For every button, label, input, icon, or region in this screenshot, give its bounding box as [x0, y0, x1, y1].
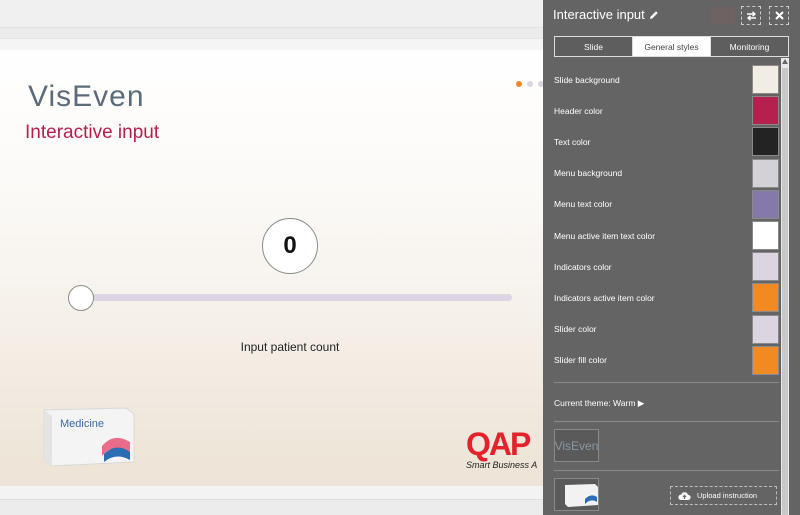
- panel-scrollbar[interactable]: [781, 58, 789, 515]
- color-label: Menu text color: [554, 199, 613, 210]
- panel-tabs: Slide General styles Monitoring: [554, 36, 789, 57]
- scrollbar-thumb[interactable]: [782, 68, 788, 515]
- color-row-slider-fill-color: Slider fill color: [543, 345, 789, 376]
- partner-logo: QAP Smart Business A: [466, 428, 537, 470]
- instruction-thumbnail[interactable]: [554, 478, 599, 511]
- slider-handle[interactable]: [68, 285, 94, 311]
- color-row-menu-background: Menu background: [543, 158, 789, 189]
- panel-title-text: Interactive input: [553, 7, 645, 22]
- color-label: Menu active item text color: [554, 230, 656, 241]
- viseven-logo: VisEven: [28, 80, 145, 114]
- editor-sub-bar: [0, 38, 560, 50]
- logo-text: VisEven: [28, 80, 145, 113]
- color-swatch[interactable]: [752, 189, 779, 219]
- current-theme-link[interactable]: Current theme: Warm ▶: [554, 398, 644, 409]
- scroll-up-arrow-icon[interactable]: [782, 59, 788, 64]
- counter-display: 0: [262, 218, 318, 274]
- properties-panel: Interactive input Slide General styles M…: [543, 0, 800, 515]
- slide-canvas[interactable]: VisEven Interactive input 0 Input patien…: [0, 50, 560, 486]
- color-row-indicators-active-item-color: Indicators active item color: [543, 282, 789, 313]
- divider: [554, 382, 779, 383]
- color-row-slider-color: Slider color: [543, 314, 789, 345]
- input-label: Input patient count: [240, 340, 340, 354]
- color-label: Slide background: [554, 74, 620, 85]
- color-row-menu-text-color: Menu text color: [543, 189, 789, 220]
- upload-instruction-button[interactable]: Upload instruction: [670, 486, 777, 505]
- color-row-slide-background: Slide background: [543, 64, 789, 95]
- color-label: Slider fill color: [554, 355, 607, 366]
- slide-title: Interactive input: [25, 122, 160, 143]
- color-label: Text color: [554, 136, 591, 147]
- color-swatch[interactable]: [752, 127, 779, 157]
- indicator-dot[interactable]: [516, 81, 522, 87]
- color-row-indicators-color: Indicators color: [543, 251, 789, 282]
- partner-logo-mark: QAP: [466, 426, 531, 462]
- color-label: Menu background: [554, 168, 623, 179]
- medicine-box-image: Medicine: [40, 406, 136, 468]
- tab-slide[interactable]: Slide: [555, 37, 632, 56]
- swap-button[interactable]: [741, 6, 761, 25]
- cloud-upload-icon: [678, 491, 691, 500]
- slider-track[interactable]: [80, 294, 512, 301]
- slide-indicators: [516, 81, 544, 87]
- color-row-header-color: Header color: [543, 95, 789, 126]
- close-button[interactable]: [769, 6, 789, 25]
- indicator-dot[interactable]: [527, 81, 533, 87]
- color-swatch[interactable]: [752, 96, 779, 126]
- color-swatch[interactable]: [752, 158, 779, 188]
- color-swatch[interactable]: [752, 65, 779, 94]
- upload-instruction-label: Upload instruction: [697, 491, 758, 500]
- color-swatch[interactable]: [752, 220, 779, 250]
- partner-logo-tagline: Smart Business A: [466, 460, 538, 470]
- color-label: Header color: [554, 105, 603, 116]
- color-settings-list: Slide background Header color Text color…: [543, 64, 789, 376]
- color-label: Indicators active item color: [554, 292, 655, 303]
- panel-title[interactable]: Interactive input: [553, 7, 659, 22]
- medicine-text: Medicine: [60, 418, 104, 430]
- ghost-button: [711, 7, 735, 24]
- color-row-menu-active-item-text-color: Menu active item text color: [543, 220, 789, 251]
- color-label: Indicators color: [554, 261, 612, 272]
- divider: [554, 421, 779, 422]
- color-swatch[interactable]: [752, 252, 779, 282]
- color-row-text-color: Text color: [543, 126, 789, 157]
- tab-monitoring[interactable]: Monitoring: [710, 37, 788, 56]
- divider: [554, 470, 779, 471]
- color-swatch[interactable]: [752, 314, 779, 344]
- color-swatch[interactable]: [752, 345, 779, 375]
- swap-icon: [746, 10, 756, 21]
- color-label: Slider color: [554, 324, 597, 335]
- logo-thumbnail-text: VisEven: [554, 438, 599, 453]
- tab-general-styles[interactable]: General styles: [632, 37, 710, 56]
- pencil-icon[interactable]: [649, 10, 659, 20]
- editor-bottom-bar: [0, 486, 560, 500]
- panel-header: Interactive input: [543, 0, 800, 30]
- close-icon: [774, 11, 784, 20]
- color-swatch[interactable]: [752, 283, 779, 313]
- logo-thumbnail[interactable]: VisEven: [554, 429, 599, 462]
